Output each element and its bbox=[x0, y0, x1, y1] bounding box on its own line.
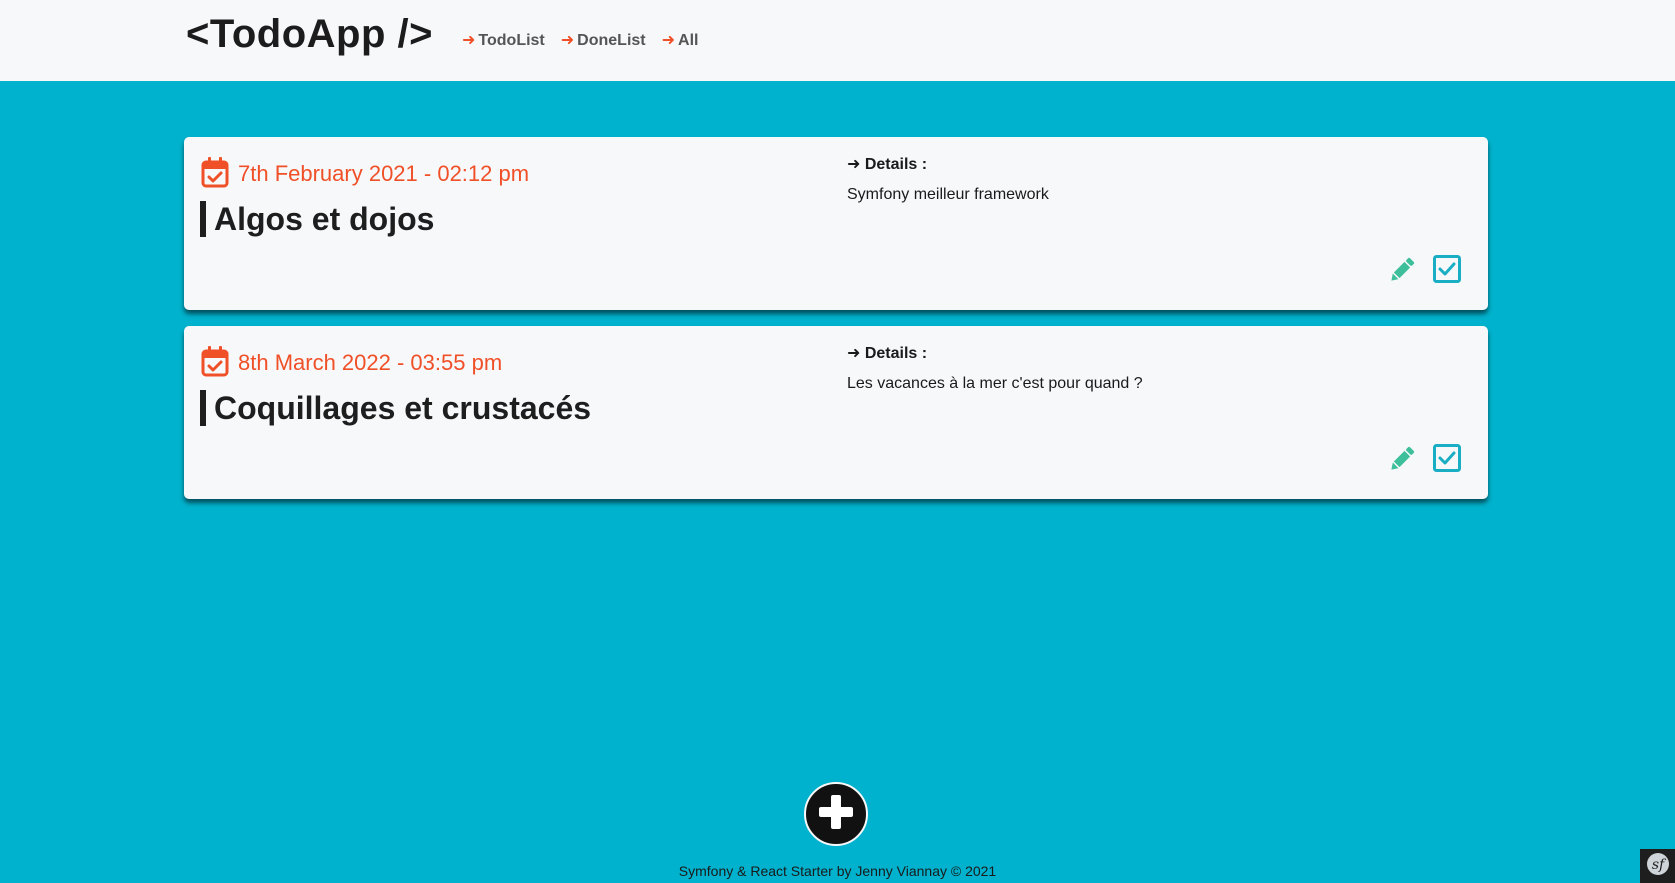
plus-icon bbox=[816, 792, 856, 837]
symfony-icon: sf bbox=[1646, 852, 1670, 881]
check-square-icon[interactable] bbox=[1432, 254, 1464, 286]
details-label: ➜ Details : bbox=[847, 156, 928, 173]
todo-title: Coquillages et crustacés bbox=[200, 390, 591, 426]
add-todo-button[interactable] bbox=[804, 782, 868, 846]
todo-date-row: 7th February 2021 - 02:12 pm bbox=[200, 156, 529, 188]
check-square-icon[interactable] bbox=[1432, 443, 1464, 475]
main-nav: ➜ TodoList ➜ DoneList ➜ All bbox=[462, 30, 698, 50]
nav-link-label: TodoList bbox=[478, 32, 545, 49]
arrow-right-icon: ➜ bbox=[560, 32, 575, 49]
details-label: ➜ Details : bbox=[847, 345, 928, 362]
calendar-check-icon bbox=[200, 345, 230, 377]
todo-date: 7th February 2021 - 02:12 pm bbox=[238, 161, 530, 186]
nav-link-label: DoneList bbox=[577, 32, 646, 49]
app-brand[interactable]: <TodoApp /> bbox=[186, 12, 433, 57]
arrow-right-icon: ➜ bbox=[462, 32, 476, 49]
todo-date-row: 8th March 2022 - 03:55 pm bbox=[200, 345, 591, 377]
arrow-right-icon: ➜ bbox=[661, 32, 676, 49]
details-text: Symfony meilleur framework bbox=[847, 186, 1049, 203]
nav-link-all[interactable]: ➜ All bbox=[662, 30, 699, 50]
nav-link-donelist[interactable]: ➜ DoneList bbox=[561, 30, 646, 50]
top-navbar: <TodoApp /> ➜ TodoList ➜ DoneList ➜ All bbox=[0, 0, 1675, 81]
details-text: Les vacances à la mer c'est pour quand ? bbox=[847, 375, 1143, 392]
pencil-icon[interactable] bbox=[1386, 254, 1418, 286]
symfony-toolbar-toggle[interactable]: sf bbox=[1640, 849, 1675, 883]
todo-title: Algos et dojos bbox=[200, 201, 529, 237]
todo-date: 8th March 2022 - 03:55 pm bbox=[238, 350, 503, 375]
todo-card: 7th February 2021 - 02:12 pm Algos et do… bbox=[184, 137, 1488, 310]
nav-link-todolist[interactable]: ➜ TodoList bbox=[462, 30, 545, 50]
todo-card: 8th March 2022 - 03:55 pm Coquillages et… bbox=[184, 326, 1488, 499]
pencil-icon[interactable] bbox=[1386, 443, 1418, 475]
nav-link-label: All bbox=[678, 32, 699, 49]
calendar-check-icon bbox=[200, 156, 230, 188]
footer-credit: Symfony & React Starter by Jenny Viannay… bbox=[678, 863, 997, 879]
